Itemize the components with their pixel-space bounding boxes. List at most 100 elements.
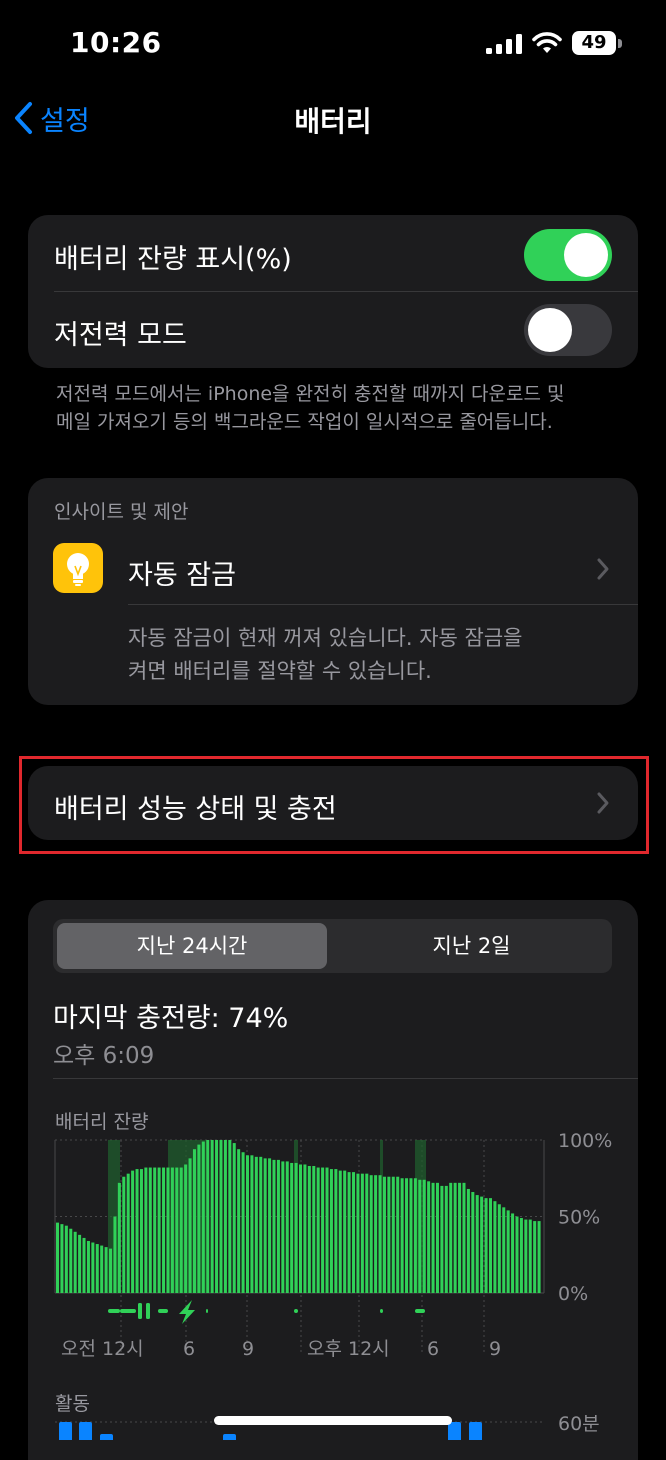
battery-bar [104, 1247, 108, 1293]
battery-bar [73, 1231, 77, 1293]
battery-bar [82, 1237, 86, 1293]
battery-bar [444, 1185, 448, 1293]
battery-bar [511, 1213, 515, 1293]
y-tick-label: 60분 [558, 1413, 600, 1435]
battery-bar [413, 1178, 417, 1293]
battery-bar [153, 1167, 157, 1293]
activity-bar [223, 1434, 236, 1440]
y-tick-label: 50% [558, 1207, 600, 1229]
x-tick-label: 오전 12시 [61, 1338, 144, 1360]
charging-indicator [380, 1309, 383, 1313]
low-power-mode-label: 저전력 모드 [54, 320, 187, 351]
battery-bar [418, 1179, 422, 1293]
battery-bar [122, 1176, 126, 1293]
time-range-segmented-control: 지난 24시간 지난 2일 [53, 919, 612, 973]
battery-bar [135, 1169, 139, 1293]
battery-bar [427, 1181, 431, 1293]
battery-bar [117, 1182, 121, 1293]
battery-bar [78, 1234, 82, 1293]
battery-bar [139, 1169, 143, 1293]
battery-bar [223, 1140, 227, 1293]
battery-bar [113, 1216, 117, 1293]
battery-bar [131, 1170, 135, 1293]
battery-bar [365, 1173, 369, 1293]
x-tick-label: 9 [489, 1338, 501, 1360]
battery-bar [299, 1164, 303, 1293]
battery-bar [56, 1222, 60, 1293]
battery-bar [144, 1167, 148, 1293]
battery-percentage-toggle[interactable] [524, 229, 612, 281]
battery-bar [374, 1175, 378, 1293]
battery-bar [303, 1164, 307, 1293]
battery-bar [206, 1140, 210, 1293]
battery-bar [175, 1167, 179, 1293]
battery-bar [321, 1167, 325, 1293]
battery-bar [201, 1141, 205, 1293]
x-tick-label: 6 [427, 1338, 439, 1360]
auto-lock-description: 자동 잠금이 현재 꺼져 있습니다. 자동 잠금을 켜면 배터리를 절약할 수 … [128, 626, 523, 683]
segment-last-24h[interactable]: 지난 24시간 [57, 923, 327, 969]
activity-bar [469, 1422, 482, 1440]
battery-bar [250, 1155, 254, 1293]
battery-bar [188, 1158, 192, 1293]
battery-bar [307, 1166, 311, 1293]
battery-bar [466, 1188, 470, 1293]
battery-bar [184, 1164, 188, 1293]
battery-bar [387, 1176, 391, 1293]
battery-bar [352, 1172, 356, 1293]
insights-group: 인사이트 및 제안 자동 잠금 자동 잠금이 현재 꺼져 있습니다. 자동 잠금… [28, 478, 638, 705]
activity-bar [100, 1434, 113, 1440]
battery-bar [170, 1167, 174, 1293]
battery-bar [396, 1176, 400, 1293]
battery-bar [334, 1169, 338, 1293]
battery-bar [493, 1201, 497, 1293]
battery-bar [69, 1228, 73, 1293]
battery-bar [215, 1140, 219, 1293]
auto-lock-item[interactable]: 자동 잠금 [128, 553, 236, 592]
x-tick-label: 9 [242, 1338, 254, 1360]
battery-bar [95, 1244, 99, 1293]
battery-bar [356, 1173, 360, 1293]
low-power-mode-toggle[interactable] [524, 304, 612, 356]
battery-bar [449, 1182, 453, 1293]
battery-bar [290, 1162, 294, 1293]
battery-bar [409, 1178, 413, 1293]
battery-bar [294, 1162, 298, 1293]
charging-bolt-icon [179, 1300, 195, 1324]
cellular-signal-icon [486, 34, 522, 54]
page-title: 배터리 [294, 105, 372, 138]
battery-bar [488, 1198, 492, 1293]
battery-bar [519, 1218, 523, 1293]
segment-last-2d[interactable]: 지난 2일 [335, 923, 608, 969]
battery-bar [471, 1192, 475, 1293]
battery-bar [276, 1159, 280, 1293]
charging-indicator [294, 1309, 298, 1313]
battery-percentage-label: 배터리 잔량 표시(%) [54, 244, 292, 275]
x-tick-label: 오후 12시 [307, 1338, 390, 1360]
status-time: 10:26 [70, 26, 162, 59]
battery-bar [316, 1167, 320, 1293]
activity-bar [59, 1422, 72, 1440]
battery-bar [268, 1158, 272, 1293]
battery-health-row[interactable]: 배터리 성능 상태 및 충전 [28, 766, 638, 840]
battery-bar [497, 1204, 501, 1293]
battery-bar [91, 1242, 95, 1293]
insights-header: 인사이트 및 제안 [54, 501, 189, 523]
battery-bar [475, 1195, 479, 1293]
charging-indicator [206, 1309, 208, 1313]
battery-bar [245, 1155, 249, 1293]
charging-indicator [158, 1309, 168, 1313]
divider [54, 291, 638, 292]
battery-bar [422, 1179, 426, 1293]
battery-bar [369, 1175, 373, 1293]
battery-bar [232, 1143, 236, 1293]
battery-bar [237, 1149, 241, 1293]
charging-indicator [415, 1309, 425, 1313]
battery-bar [64, 1225, 68, 1293]
battery-bar [325, 1167, 329, 1293]
battery-bar [259, 1156, 263, 1293]
chevron-right-icon [597, 792, 609, 814]
divider [53, 1078, 638, 1079]
battery-level-chart: 100% 50% 0% 오전 12시 6 9 오후 12시 6 9 [54, 1130, 612, 1360]
battery-bar [458, 1182, 462, 1293]
